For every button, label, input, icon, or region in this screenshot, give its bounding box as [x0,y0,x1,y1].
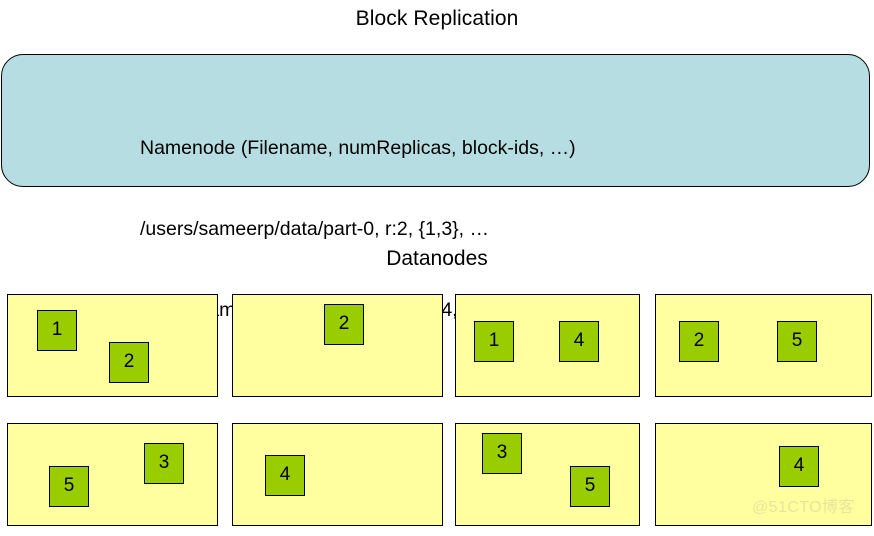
diagram-canvas: Block Replication Namenode (Filename, nu… [0,0,874,536]
namenode-header-line: Namenode (Filename, numReplicas, block-i… [140,137,576,159]
datanode-panel-5: 5 3 [7,423,218,526]
block-chip: 3 [482,433,522,474]
datanode-panel-4: 2 5 [655,294,872,397]
datanode-panel-3: 1 4 [455,294,640,397]
datanode-panel-6: 4 [232,423,443,526]
namenode-box: Namenode (Filename, numReplicas, block-i… [1,54,870,321]
block-chip: 5 [49,466,89,507]
block-chip: 2 [109,342,149,383]
block-chip: 1 [474,321,514,362]
block-chip: 4 [779,446,819,487]
page-title: Block Replication [355,7,519,30]
block-chip: 2 [324,304,364,345]
block-chip: 3 [144,443,184,484]
block-chip: 1 [37,310,77,351]
block-chip: 5 [570,466,610,507]
block-chip: 2 [679,321,719,362]
datanode-panel-7: 3 5 [455,423,640,526]
watermark: @51CTO博客 [752,499,855,516]
namenode-file-line-0: /users/sameerp/data/part-0, r:2, {1,3}, … [140,218,490,240]
datanodes-label: Datanodes [386,247,488,270]
datanode-panel-2: 2 [232,294,443,397]
block-chip: 4 [559,321,599,362]
block-chip: 5 [777,321,817,362]
datanode-panel-1: 1 2 [7,294,218,397]
block-chip: 4 [265,455,305,496]
